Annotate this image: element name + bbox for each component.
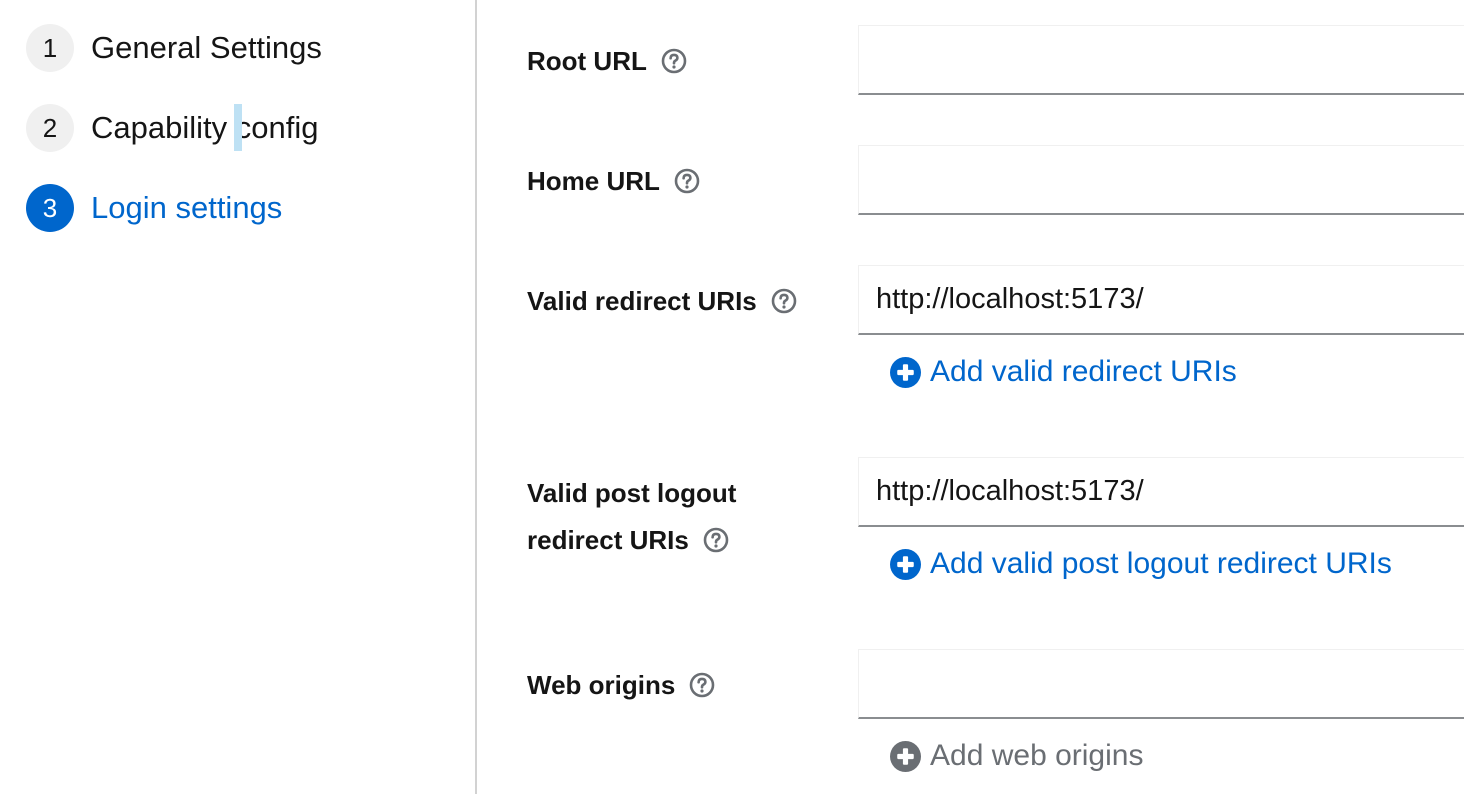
valid-post-logout-redirect-uris-label-group: Valid post logout redirect URIs [527, 470, 736, 564]
question-circle-icon[interactable] [703, 527, 729, 553]
home-url-label-group: Home URL [527, 158, 700, 205]
valid-redirect-uris-label: Valid redirect URIs [527, 286, 757, 316]
plus-circle-icon [890, 740, 921, 772]
question-circle-icon[interactable] [771, 288, 797, 314]
root-url-label-group: Root URL [527, 38, 687, 85]
question-circle-icon[interactable] [661, 48, 687, 74]
wizard-step-login-settings[interactable]: 3 Login settings [26, 184, 282, 232]
step-label: Login settings [91, 190, 283, 225]
step-number: 2 [26, 104, 74, 152]
add-web-origins-button[interactable]: Add web origins [890, 736, 1143, 776]
step-label: General Settings [91, 30, 322, 65]
valid-post-logout-label-line2-group: redirect URIs [527, 517, 736, 564]
home-url-label: Home URL [527, 166, 660, 196]
add-valid-post-logout-redirect-uris-button[interactable]: Add valid post logout redirect URIs [890, 544, 1392, 584]
step-number: 3 [26, 184, 74, 232]
add-valid-redirect-uris-button[interactable]: Add valid redirect URIs [890, 352, 1237, 392]
root-url-label: Root URL [527, 46, 647, 76]
root-url-input[interactable] [858, 25, 1464, 95]
web-origins-input[interactable] [858, 649, 1464, 719]
valid-redirect-uris-label-group: Valid redirect URIs [527, 278, 797, 325]
step-number: 1 [26, 24, 74, 72]
wizard-nav: 1 General Settings 2 Capability config 3… [0, 0, 477, 794]
question-circle-icon[interactable] [689, 672, 715, 698]
add-valid-post-logout-redirect-uris-label: Add valid post logout redirect URIs [930, 547, 1392, 580]
valid-post-logout-label-line1: Valid post logout [527, 478, 737, 508]
add-web-origins-label: Add web origins [930, 739, 1144, 772]
plus-circle-icon [890, 356, 921, 388]
valid-redirect-uri-input[interactable] [858, 265, 1464, 335]
home-url-input[interactable] [858, 145, 1464, 215]
step-label: Capability config [91, 110, 319, 145]
web-origins-label-group: Web origins [527, 662, 715, 709]
login-settings-page: 1 General Settings 2 Capability config 3… [0, 0, 1464, 794]
web-origins-label: Web origins [527, 670, 676, 700]
add-valid-redirect-uris-label: Add valid redirect URIs [930, 355, 1237, 388]
valid-post-logout-redirect-uri-input[interactable] [858, 457, 1464, 527]
plus-circle-icon [890, 548, 921, 580]
wizard-step-general-settings[interactable]: 1 General Settings [26, 24, 322, 72]
wizard-step-capability-config[interactable]: 2 Capability config [26, 104, 318, 152]
valid-post-logout-label-line2: redirect URIs [527, 525, 689, 555]
text-cursor [234, 104, 242, 151]
question-circle-icon[interactable] [674, 168, 700, 194]
